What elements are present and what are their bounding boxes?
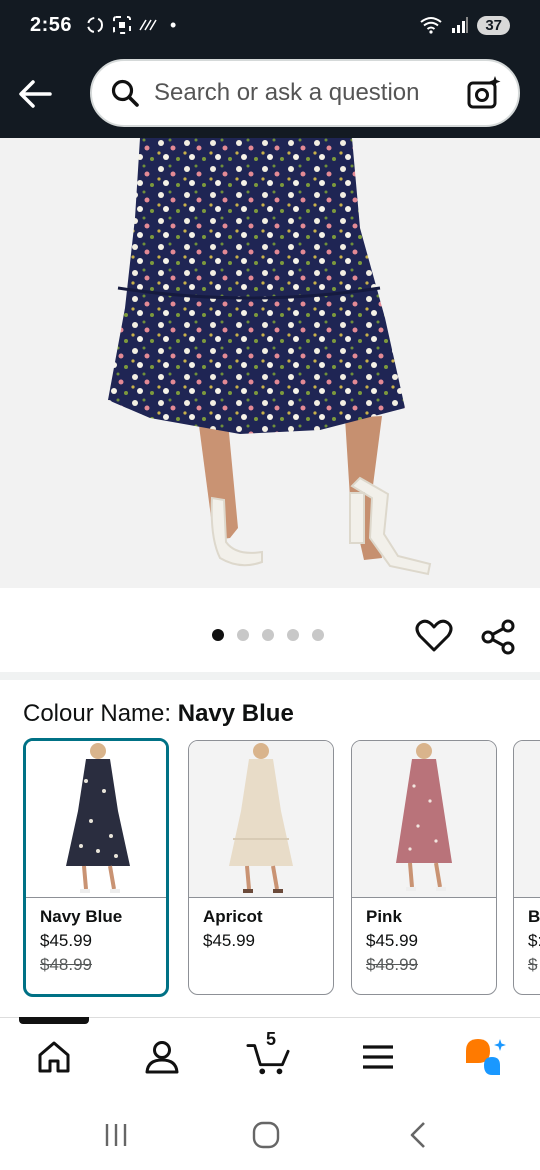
colour-label-prefix: Colour Name: <box>23 700 178 727</box>
carousel-dot[interactable] <box>312 629 324 641</box>
search-input[interactable]: Search or ask a question <box>90 59 520 127</box>
nav-account[interactable] <box>140 1035 184 1079</box>
swatch-image <box>26 741 166 898</box>
swatch-name: Apricot <box>203 907 263 926</box>
swatch-image <box>189 741 333 898</box>
back-button[interactable] <box>0 50 70 138</box>
visual-search-button[interactable] <box>464 73 504 113</box>
home-button[interactable] <box>246 1118 286 1152</box>
swatch-price: $45.99 <box>40 931 92 950</box>
pink-dress-thumbnail <box>352 741 496 897</box>
swatch-navy-blue[interactable]: Navy Blue $45.99 $48.99 <box>23 738 169 997</box>
image-controls <box>0 588 540 672</box>
home-icon <box>38 1041 70 1073</box>
system-nav-bar <box>0 1100 540 1170</box>
battery-indicator: 37 <box>477 15 510 35</box>
swatch-name: Pink <box>366 907 402 926</box>
swatch-name: Bl <box>528 907 540 926</box>
wifi-icon <box>420 17 442 34</box>
bottom-nav: 5 <box>0 1025 540 1095</box>
heart-icon <box>415 619 453 652</box>
dot-icon: • <box>170 14 177 35</box>
section-divider <box>0 672 540 680</box>
nav-active-indicator <box>19 1017 89 1024</box>
carousel-dots <box>212 629 324 641</box>
menu-icon <box>363 1045 393 1069</box>
swatch-image <box>514 741 540 898</box>
chevron-left-icon <box>410 1122 425 1148</box>
carousel-dot-active[interactable] <box>212 629 224 641</box>
swatch-name: Navy Blue <box>40 907 123 926</box>
product-image[interactable] <box>0 138 540 588</box>
wishlist-button[interactable] <box>414 616 454 656</box>
nav-menu[interactable] <box>356 1035 400 1079</box>
swatch-partial[interactable]: Bl $: $ <box>513 740 540 995</box>
system-status: 37 <box>419 15 510 35</box>
swatch-price: $: <box>528 931 540 950</box>
sync-icon <box>87 17 104 33</box>
recent-apps-button[interactable] <box>96 1118 136 1152</box>
system-back-button[interactable] <box>398 1118 438 1152</box>
account-icon <box>145 1041 179 1074</box>
swatch-image <box>352 741 496 898</box>
swatch-pink[interactable]: Pink $45.99 $48.99 <box>351 740 497 995</box>
carousel-dot[interactable] <box>287 629 299 641</box>
colour-swatches: Navy Blue $45.99 $48.99 Apricot $45.99 P… <box>0 738 540 998</box>
search-header: Search or ask a question <box>0 50 540 138</box>
back-arrow-icon <box>19 80 52 108</box>
nav-home[interactable] <box>32 1035 76 1079</box>
swatch-price: $45.99 <box>203 931 255 950</box>
share-icon <box>481 619 515 655</box>
swatch-old-price: $48.99 <box>366 955 418 974</box>
signal-strength-icon <box>139 19 157 31</box>
search-icon <box>111 79 139 107</box>
apricot-dress-thumbnail <box>189 741 333 897</box>
nav-cart[interactable]: 5 <box>246 1029 290 1079</box>
navy-dress-thumbnail <box>26 741 166 897</box>
screenshot-icon <box>113 16 132 34</box>
status-time: 2:56 <box>30 13 73 36</box>
swatch-old-price: $48.99 <box>40 955 92 974</box>
carousel-dot[interactable] <box>262 629 274 641</box>
rufus-icon <box>466 1039 506 1075</box>
cell-signal-icon <box>452 17 469 33</box>
dress-photo <box>0 138 540 588</box>
status-bar: 2:56 • 37 <box>0 0 540 50</box>
swatch-old-price: $ <box>528 955 538 974</box>
recent-apps-icon <box>105 1124 127 1146</box>
colour-selected-value: Navy Blue <box>177 700 294 727</box>
swatch-apricot[interactable]: Apricot $45.99 <box>188 740 334 995</box>
home-circle-icon <box>252 1121 280 1149</box>
nav-rufus[interactable] <box>464 1035 508 1079</box>
carousel-dot[interactable] <box>237 629 249 641</box>
cart-count: 5 <box>266 1029 277 1049</box>
colour-label: Colour Name: Navy Blue <box>23 700 294 728</box>
product-page: 2:56 • 37 Search or ask a question Colou… <box>0 0 540 1170</box>
swatch-price: $45.99 <box>366 931 418 950</box>
search-placeholder: Search or ask a question <box>154 79 420 106</box>
camera-sparkle-icon <box>467 76 501 109</box>
notification-icons: • <box>84 15 176 36</box>
share-button[interactable] <box>480 618 518 656</box>
